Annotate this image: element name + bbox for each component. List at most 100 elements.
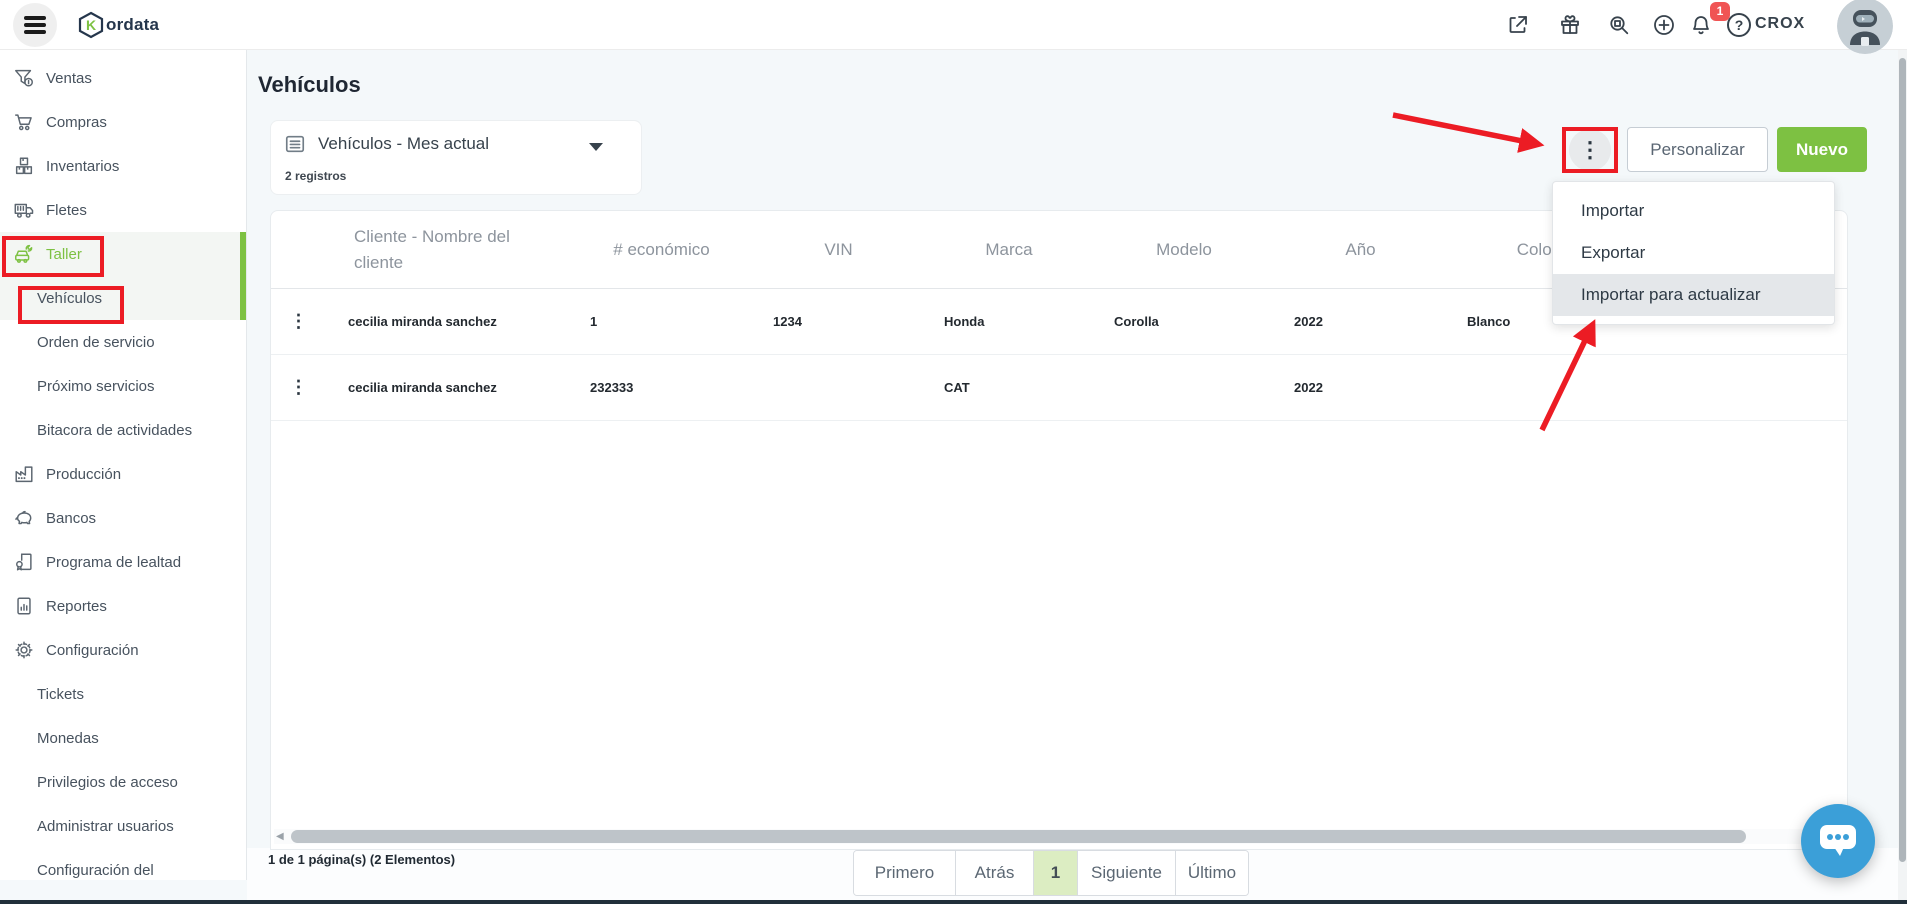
sidebar-item-inventarios[interactable]: Inventarios [0,144,246,188]
personalize-button[interactable]: Personalizar [1627,127,1768,172]
window-bottom-margin [0,904,1907,910]
logo-hexagon-icon: K [78,11,104,39]
gift-icon[interactable] [1558,13,1582,37]
sidebar-item-monedas[interactable]: Monedas [0,716,246,760]
column-header-marca[interactable]: Marca [924,237,1094,263]
cell-economico: 232333 [570,380,753,395]
sidebar-item-label: Vehículos [37,290,102,307]
vertical-scrollbar-thumb[interactable] [1899,58,1906,862]
sidebar-item-bitacora-de-actividades[interactable]: Bitacora de actividades [0,408,246,452]
sidebar-item-label: Tickets [37,686,84,703]
sidebar-item-label: Configuración del [37,862,154,879]
sidebar-item-label: Configuración [46,642,139,659]
add-circle-icon[interactable] [1652,13,1676,37]
sidebar-item-ventas[interactable]: Ventas [0,56,246,100]
gear-icon [10,639,38,661]
funnel-dollar-icon [10,67,38,89]
cart-icon [10,111,38,133]
column-header-anio[interactable]: Año [1274,237,1447,263]
horizontal-scrollbar-thumb[interactable] [291,830,1746,843]
sidebar-item-label: Ventas [46,70,92,87]
sidebar-item-label: Administrar usuarios [37,818,174,835]
cell-vin: 1234 [753,314,924,329]
sidebar-item-fletes[interactable]: Fletes [0,188,246,232]
active-section-indicator [240,232,246,320]
page-title: Vehículos [258,72,361,98]
sidebar-item-label: Monedas [37,730,99,747]
sidebar-item-label: Producción [46,466,121,483]
sidebar-item-produccion[interactable]: Producción [0,452,246,496]
help-icon[interactable]: ? [1727,13,1751,37]
sidebar-item-configuracion[interactable]: Configuración [0,628,246,672]
cell-anio: 2022 [1274,314,1447,329]
sidebar-item-taller[interactable]: Taller [0,232,246,276]
sidebar-item-proximo-servicios[interactable]: Próximo servicios [0,364,246,408]
pagination-current-page[interactable]: 1 [1034,851,1078,895]
row-menu-button[interactable]: ⋮ [271,377,326,398]
menu-item-importar-para-actualizar[interactable]: Importar para actualizar [1553,274,1834,316]
sidebar-item-label: Reportes [46,598,107,615]
column-header-vin[interactable]: VIN [753,237,924,263]
more-actions-menu: Importar Exportar Importar para actualiz… [1552,181,1835,325]
row-menu-button[interactable]: ⋮ [271,311,326,332]
cell-economico: 1 [570,314,753,329]
new-button[interactable]: Nuevo [1777,127,1867,172]
chat-widget-button[interactable] [1801,804,1875,878]
kebab-icon: ⋮ [1579,139,1601,161]
sidebar-item-label: Privilegios de acceso [37,774,178,791]
sidebar-item-compras[interactable]: Compras [0,100,246,144]
app-logo[interactable]: K ordata [78,11,159,39]
pagination-back-button[interactable]: Atrás [956,851,1034,895]
sidebar-item-vehiculos[interactable]: Vehículos [0,276,246,320]
column-header-modelo[interactable]: Modelo [1094,237,1274,263]
sidebar-item-label: Fletes [46,202,87,219]
chevron-down-icon [589,143,603,151]
topbar: K ordata 1 ? CROX [0,0,1907,50]
sidebar-item-label: Próximo servicios [37,378,155,395]
view-selector[interactable]: Vehículos - Mes actual 2 registros [270,120,642,195]
cell-cliente: cecilia miranda sanchez [326,314,570,329]
record-count: 2 registros [285,169,346,183]
sidebar: Ventas Compras Inventarios Fletes Taller [0,50,247,910]
pagination-summary: 1 de 1 página(s) (2 Elementos) [268,852,455,867]
sidebar-item-tickets[interactable]: Tickets [0,672,246,716]
pagination-last-button[interactable]: Último [1176,851,1248,895]
column-header-economico[interactable]: # económico [570,237,753,263]
notification-badge: 1 [1710,2,1730,21]
menu-toggle-button[interactable] [13,3,57,47]
more-actions-button[interactable]: ⋮ [1569,129,1611,171]
sidebar-item-orden-de-servicio[interactable]: Orden de servicio [0,320,246,364]
sidebar-item-label: Bitacora de actividades [37,422,192,439]
sidebar-item-label: Inventarios [46,158,119,175]
robot-avatar-icon [1837,0,1893,54]
sidebar-footer-strip [0,880,247,902]
external-link-icon[interactable] [1506,13,1530,37]
user-label: CROX [1755,15,1805,33]
loyalty-badge-icon [10,551,38,573]
search-icon[interactable] [1607,13,1631,37]
sidebar-item-administrar-usuarios[interactable]: Administrar usuarios [0,804,246,848]
column-header-cliente[interactable]: Cliente - Nombre del cliente [326,224,570,275]
pagination-next-button[interactable]: Siguiente [1078,851,1176,895]
sidebar-item-programa-de-lealtad[interactable]: Programa de lealtad [0,540,246,584]
menu-item-exportar[interactable]: Exportar [1553,232,1834,274]
cell-marca: Honda [924,314,1094,329]
scroll-left-arrow-icon[interactable]: ◀ [276,831,284,842]
factory-icon [10,463,38,485]
pagination-first-button[interactable]: Primero [854,851,956,895]
sidebar-item-label: Programa de lealtad [46,554,181,571]
sidebar-item-bancos[interactable]: Bancos [0,496,246,540]
boxes-icon [10,155,38,177]
sidebar-item-privilegios-de-acceso[interactable]: Privilegios de acceso [0,760,246,804]
sidebar-item-label: Bancos [46,510,96,527]
sidebar-item-reportes[interactable]: Reportes [0,584,246,628]
pagination: Primero Atrás 1 Siguiente Último [853,850,1249,896]
report-chart-icon [10,595,38,617]
view-selector-label: Vehículos - Mes actual [318,134,489,154]
avatar[interactable] [1837,0,1893,54]
list-view-icon [284,133,306,155]
sidebar-item-label: Taller [46,246,82,263]
svg-text:K: K [86,17,96,33]
menu-item-importar[interactable]: Importar [1553,190,1834,232]
car-wrench-icon [10,243,38,265]
